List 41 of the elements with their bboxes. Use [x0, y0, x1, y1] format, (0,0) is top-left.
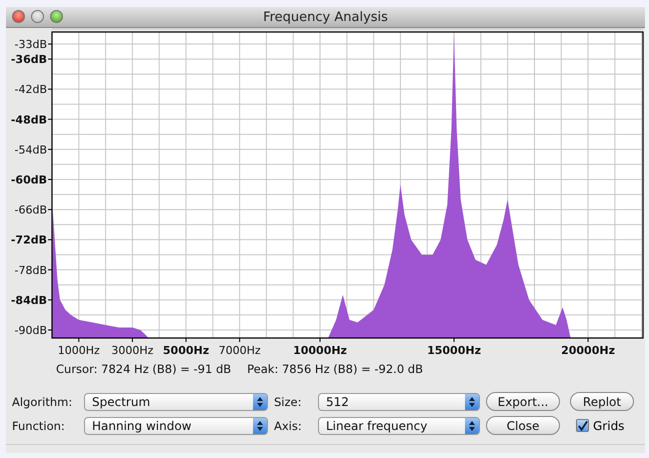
cursor-readout: Cursor: 7824 Hz (B8) = -91 dB	[56, 362, 232, 378]
field-label: Algorithm:	[12, 394, 74, 408]
axis-label: -78dB	[14, 264, 47, 277]
axis-label: -33dB	[14, 38, 47, 52]
axis-label: 1000Hz	[58, 344, 100, 357]
field-label: Axis:	[274, 418, 303, 432]
axis-label: -60dB	[10, 173, 47, 186]
peak-readout: Peak: 7856 Hz (B8) = -92.0 dB	[247, 362, 423, 378]
field-label: Size:	[274, 394, 302, 408]
axis-label: 7000Hz	[218, 344, 261, 357]
window-title: Frequency Analysis	[263, 10, 388, 24]
stepper-icon	[253, 418, 267, 434]
push-button[interactable]: Close	[486, 416, 560, 435]
zoom-icon[interactable]	[50, 10, 63, 23]
dropdown[interactable]: Linear frequency	[318, 416, 480, 434]
axis-label: -36dB	[10, 53, 47, 66]
axis-label: -72dB	[10, 234, 47, 247]
axis-label: -84dB	[10, 294, 47, 307]
axis-label: -54dB	[14, 143, 47, 156]
axis-label: 5000Hz	[162, 344, 210, 357]
dropdown[interactable]: 512	[318, 392, 480, 410]
checkbox[interactable]	[576, 419, 589, 432]
axis-label: -42dB	[14, 83, 47, 96]
axis-label: 15000Hz	[427, 344, 481, 357]
push-button[interactable]: Replot	[570, 392, 634, 411]
stepper-icon	[253, 394, 267, 410]
axis-label: -66dB	[14, 204, 47, 217]
dropdown[interactable]: Hanning window	[84, 416, 268, 434]
stepper-icon	[465, 394, 479, 410]
push-button[interactable]: Export...	[486, 392, 560, 411]
axis-label: -48dB	[10, 113, 47, 126]
grids-checkbox[interactable]: Grids	[570, 418, 642, 432]
minimize-icon[interactable]	[31, 10, 44, 23]
axis-label: -90dB	[14, 324, 47, 337]
axis-label: 10000Hz	[293, 344, 347, 357]
axis-label: 3000Hz	[111, 344, 154, 357]
field-label: Function:	[12, 418, 66, 432]
axis-label: 20000Hz	[561, 344, 615, 357]
close-icon[interactable]	[12, 10, 25, 23]
dropdown[interactable]: Spectrum	[84, 392, 268, 410]
stepper-icon	[465, 418, 479, 434]
